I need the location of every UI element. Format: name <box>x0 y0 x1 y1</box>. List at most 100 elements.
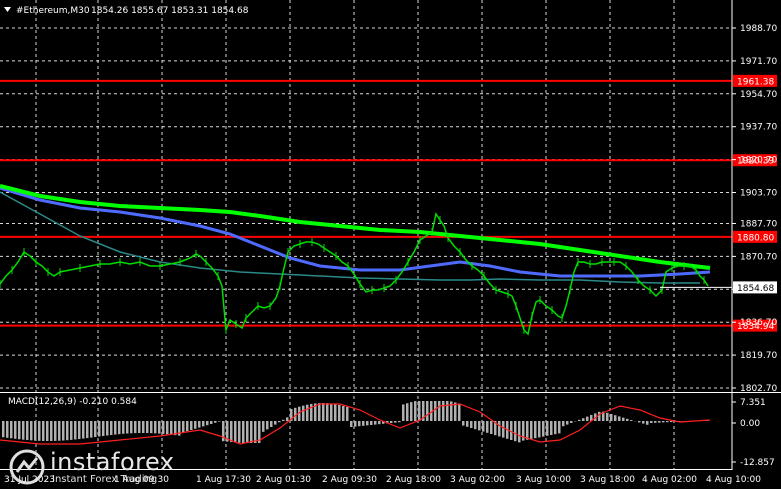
macd-bar <box>250 421 253 443</box>
macd-bar <box>162 421 165 434</box>
macd-bar <box>378 421 381 425</box>
macd-bar <box>606 412 609 421</box>
macd-bar <box>238 421 241 443</box>
ma-fast-line <box>0 184 711 270</box>
ohlc-values: 1854.26 1855.67 1853.31 1854.68 <box>91 6 249 16</box>
macd-bar <box>166 421 169 435</box>
macd-bar <box>150 421 153 434</box>
macd-bar <box>514 421 517 442</box>
time-tick-label: 2 Aug 01:30 <box>256 475 311 485</box>
time-tick-label: 3 Aug 02:00 <box>450 475 505 485</box>
macd-bar <box>46 421 49 441</box>
macd-bar <box>322 403 325 421</box>
macd-bar <box>206 421 209 426</box>
macd-bar <box>438 401 441 421</box>
macd-bar <box>570 421 573 423</box>
ma-slow-line <box>0 186 711 278</box>
macd-bar <box>30 421 33 441</box>
macd-bar <box>578 419 581 421</box>
macd-bar <box>234 421 237 443</box>
trading-chart-window[interactable]: 1961.38 1920.39 1880.80 1834.94 #Ethereum,M… <box>0 0 781 489</box>
macd-bar <box>338 404 341 421</box>
price-tick-label: 1954.70 <box>740 90 777 100</box>
macd-bar <box>474 421 477 430</box>
macd-bar <box>110 421 113 435</box>
macd-bar <box>622 417 625 421</box>
price-tick-label: 1937.70 <box>740 123 777 133</box>
macd-bar <box>394 421 397 423</box>
macd-bar <box>534 421 537 439</box>
macd-bar <box>554 421 557 435</box>
macd-bar <box>662 421 665 423</box>
time-tick-label: 3 Aug 18:00 <box>580 475 635 485</box>
macd-bar <box>94 421 97 438</box>
macd-bar <box>586 416 589 421</box>
macd-bar <box>546 421 549 436</box>
macd-bar <box>654 421 657 423</box>
macd-bar <box>182 421 185 433</box>
macd-bar <box>542 421 545 437</box>
macd-bar <box>118 421 121 435</box>
macd-bar <box>498 421 501 437</box>
macd-bar <box>66 421 69 441</box>
macd-bar <box>490 421 493 434</box>
price-tick-label: 1971.70 <box>740 57 777 67</box>
macd-bar <box>70 421 73 440</box>
macd-bar <box>170 421 173 435</box>
macd-bar <box>434 401 437 421</box>
macd-bar <box>354 421 357 427</box>
macd-tick-label: 7.351 <box>740 398 766 408</box>
macd-bar <box>78 421 81 440</box>
chart-header: #Ethereum,M30 1854.26 1855.67 1853.31 18… <box>4 6 249 16</box>
price-series <box>0 184 711 336</box>
macd-bar <box>410 402 413 421</box>
macd-bar <box>122 421 125 434</box>
macd-bar <box>210 421 213 424</box>
macd-bar <box>230 421 233 442</box>
macd-bar <box>330 403 333 421</box>
macd-bar <box>282 419 285 421</box>
support-resistance-levels: 1961.381920.391880.801834.94 <box>0 74 777 332</box>
macd-bar <box>442 401 445 421</box>
macd-bar <box>202 421 205 427</box>
macd-bar <box>58 421 61 441</box>
price-line <box>0 212 709 336</box>
macd-bar <box>114 421 117 435</box>
chart-dropdown-triangle-icon[interactable] <box>4 7 11 12</box>
macd-bar <box>50 421 53 441</box>
macd-bar <box>146 421 149 434</box>
instaforex-logo-icon <box>9 449 45 485</box>
macd-bar <box>158 421 161 434</box>
price-chart[interactable]: 1961.381920.391880.801834.94 #Ethereum,M… <box>0 0 781 489</box>
macd-bar <box>214 421 217 423</box>
macd-bar <box>138 421 141 434</box>
macd-bar <box>482 421 485 432</box>
macd-bar <box>530 421 533 439</box>
macd-bar <box>406 403 409 421</box>
macd-bar <box>262 421 265 432</box>
macd-bar <box>82 421 85 439</box>
macd-bar <box>6 421 9 438</box>
macd-bar <box>38 421 41 441</box>
time-tick-label: 4 Aug 10:00 <box>706 475 761 485</box>
macd-bar <box>342 405 345 421</box>
macd-bar <box>470 421 473 428</box>
macd-bar <box>582 418 585 421</box>
macd-bar <box>266 421 269 430</box>
macd-bar <box>478 421 481 431</box>
macd-bar <box>642 421 645 424</box>
macd-bar <box>10 421 13 439</box>
macd-bar <box>566 421 569 425</box>
macd-label: MACD(12,26,9) -0.210 0.584 <box>8 397 137 407</box>
macd-bar <box>186 421 189 432</box>
macd-tick-label: -12.857 <box>740 458 775 468</box>
macd-bar <box>198 421 201 428</box>
macd-bar <box>190 421 193 430</box>
macd-bar <box>646 421 649 425</box>
price-tick-label: 1819.70 <box>740 351 777 361</box>
macd-bar <box>374 421 377 425</box>
price-tick-label: 1903.70 <box>740 189 777 199</box>
macd-bar <box>390 421 393 423</box>
price-tick-label: 1920.70 <box>740 156 777 166</box>
macd-axis-ticks: 7.351 0.00 -12.857 <box>732 398 775 468</box>
